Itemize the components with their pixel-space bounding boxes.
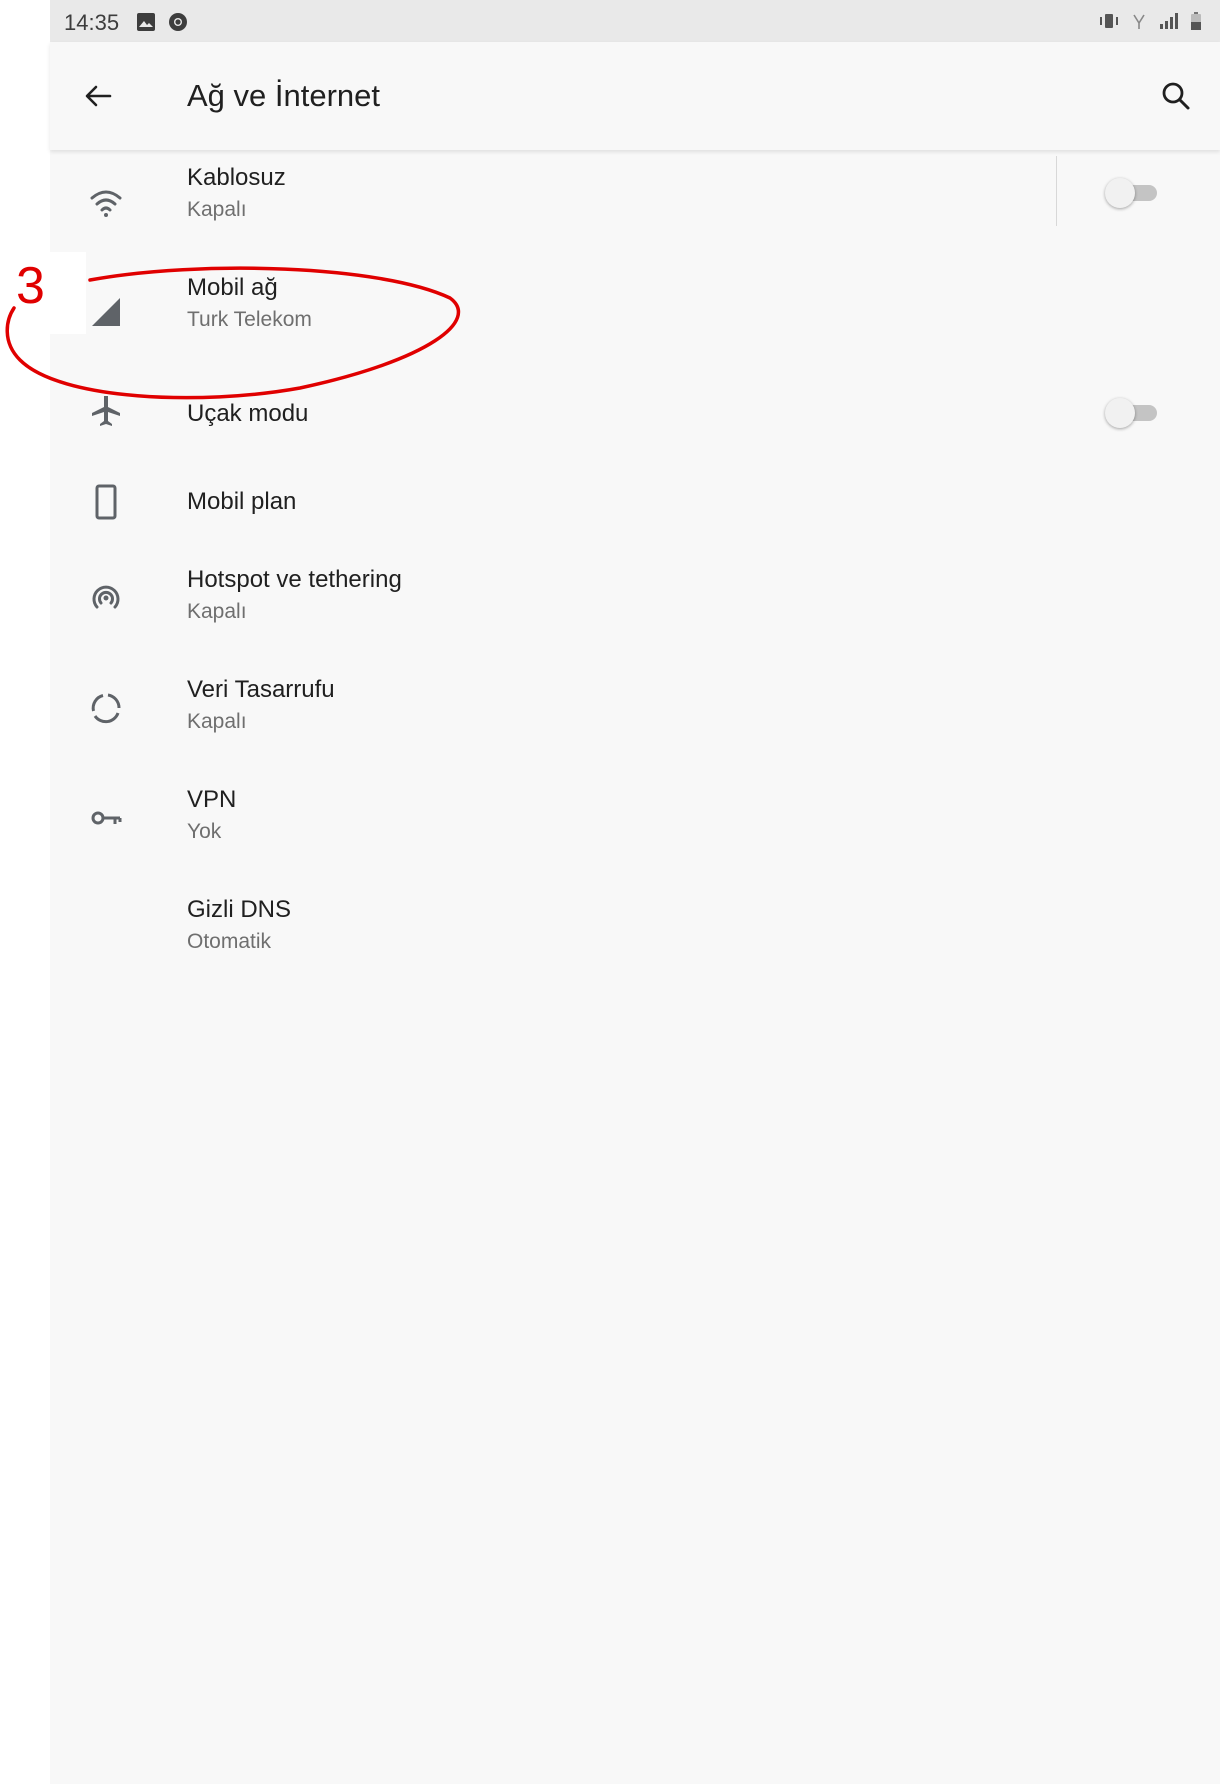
list-item-mobile-plan[interactable]: Mobil plan <box>50 460 1220 550</box>
list-item-title: Veri Tasarrufu <box>187 676 335 703</box>
hotspot-icon <box>86 578 126 618</box>
list-item-hotspot[interactable]: Hotspot ve tethering Kapalı <box>50 550 1220 660</box>
key-icon <box>86 798 126 838</box>
wifi-toggle[interactable] <box>1105 174 1161 210</box>
list-item-subtitle: Kapalı <box>187 600 247 623</box>
list-item-subtitle: Yok <box>187 820 222 843</box>
list-item-subtitle: Kapalı <box>187 198 247 221</box>
arrow-back-icon <box>76 85 120 122</box>
divider <box>1056 156 1057 226</box>
list-item-vpn[interactable]: VPN Yok <box>50 770 1220 880</box>
battery-icon <box>1190 11 1202 36</box>
list-item-title: Kablosuz <box>187 164 286 191</box>
back-button[interactable] <box>76 74 120 118</box>
status-right-icons <box>1098 11 1202 36</box>
list-item-private-dns[interactable]: Gizli DNS Otomatik <box>50 880 1220 990</box>
list-item-title: Mobil plan <box>187 488 297 515</box>
signal-icon <box>1158 11 1180 36</box>
airplane-mode-toggle[interactable] <box>1105 394 1161 430</box>
status-bar: 14:35 <box>50 0 1220 42</box>
page-title: Ağ ve İnternet <box>187 78 381 113</box>
image-icon <box>136 12 156 37</box>
list-item-title: VPN <box>187 786 237 813</box>
search-icon <box>1154 82 1198 122</box>
annotation-ellipse <box>5 266 461 400</box>
app-bar: Ağ ve İnternet <box>50 42 1220 150</box>
toggle-thumb <box>1105 398 1135 428</box>
toggle-thumb <box>1105 178 1135 208</box>
list-item-subtitle: Kapalı <box>187 710 247 733</box>
vibrate-icon <box>1098 11 1120 36</box>
data-saver-icon <box>86 688 126 728</box>
list-item-subtitle: Otomatik <box>187 930 272 953</box>
phone-icon <box>86 482 126 522</box>
search-button[interactable] <box>1154 74 1198 118</box>
status-time: 14:35 <box>64 10 120 35</box>
chrome-icon <box>168 12 188 37</box>
wifi-icon <box>86 184 126 224</box>
list-item-data-saver[interactable]: Veri Tasarrufu Kapalı <box>50 660 1220 770</box>
list-item-title: Hotspot ve tethering <box>187 566 402 593</box>
wifi-calling-icon <box>1130 11 1148 36</box>
list-item-wifi[interactable]: Kablosuz Kapalı <box>50 150 1220 260</box>
list-item-title: Gizli DNS <box>187 896 292 923</box>
